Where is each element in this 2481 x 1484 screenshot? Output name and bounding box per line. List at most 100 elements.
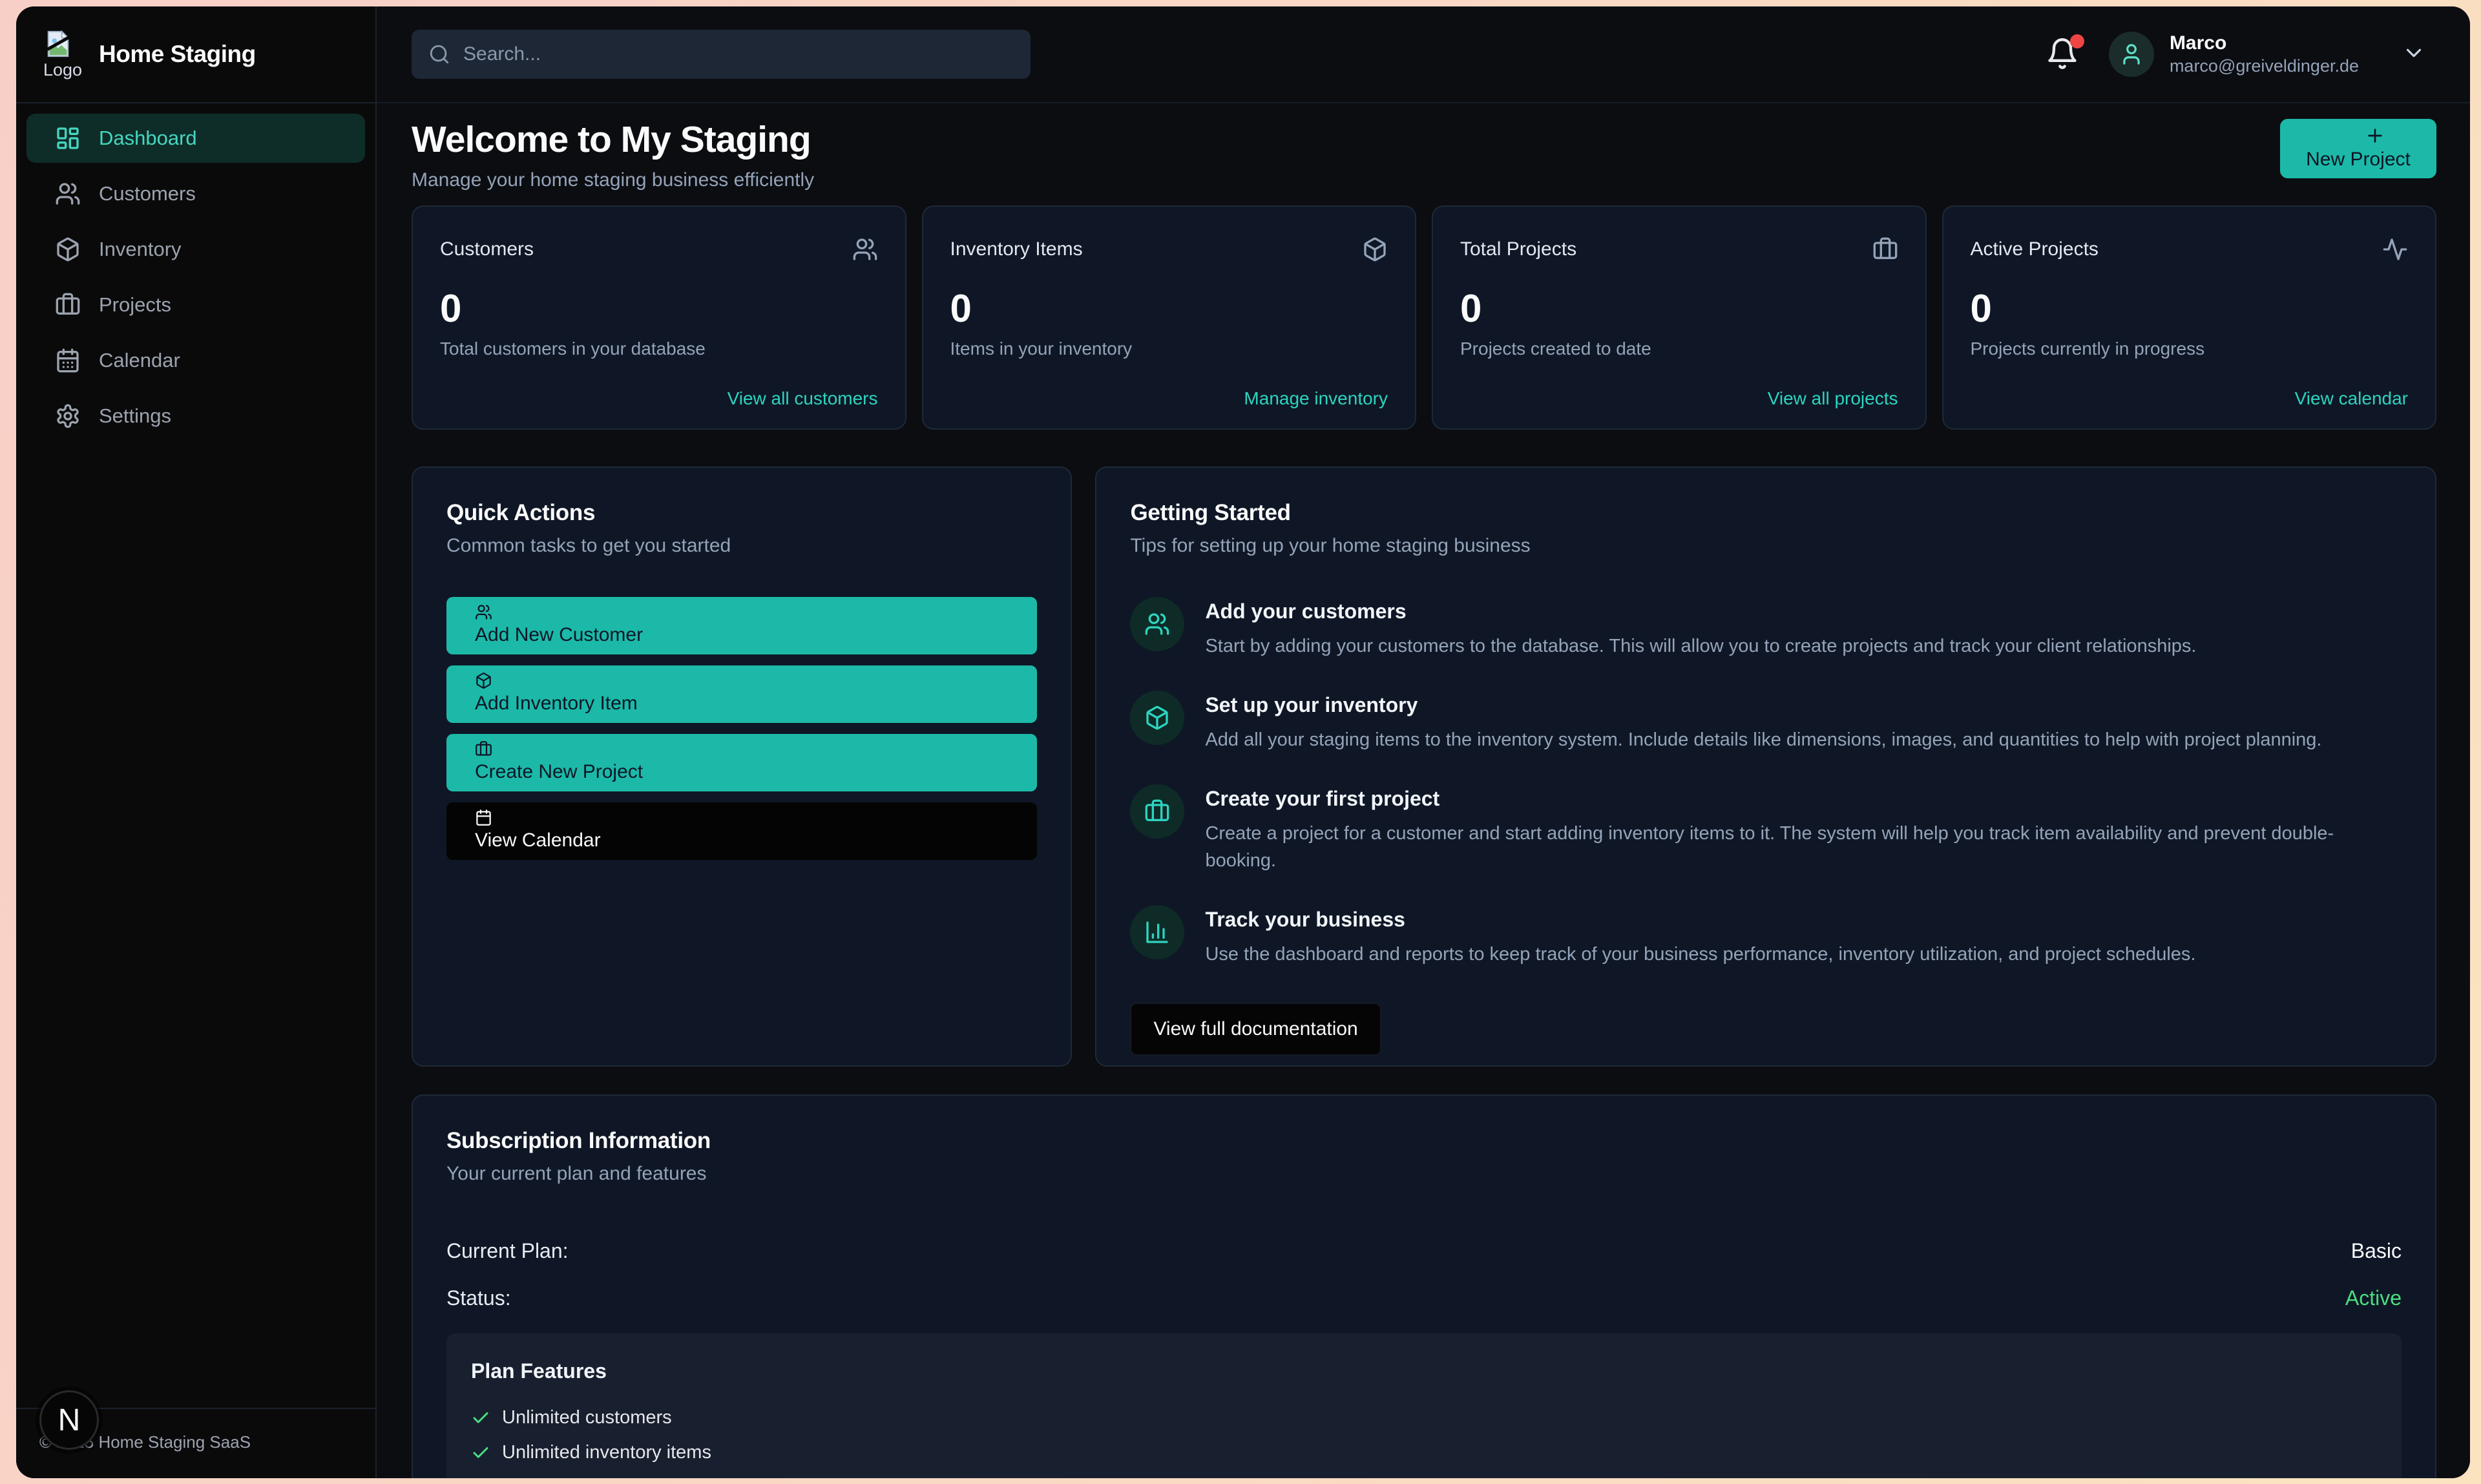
user-name: Marco xyxy=(2170,31,2359,56)
view-all-customers-link[interactable]: View all customers xyxy=(728,388,878,409)
bar-chart-icon xyxy=(1130,905,1184,959)
new-project-label: New Project xyxy=(2280,149,2436,171)
view-calendar-button[interactable]: View Calendar xyxy=(446,802,1037,860)
tip-body: Set up your inventory Add all your stagi… xyxy=(1205,691,2321,753)
tip-description: Create a project for a customer and star… xyxy=(1205,820,2402,874)
status-label: Status: xyxy=(446,1286,511,1310)
sidebar-item-label: Calendar xyxy=(99,349,180,372)
users-icon xyxy=(55,181,81,207)
tip-add-customers: Add your customers Start by adding your … xyxy=(1130,597,2402,660)
quick-actions-title: Quick Actions xyxy=(446,500,1037,526)
stat-description: Total customers in your database xyxy=(440,339,878,359)
stat-value: 0 xyxy=(440,289,878,328)
user-menu-chevron[interactable] xyxy=(2402,41,2426,68)
add-inventory-item-button[interactable]: Add Inventory Item xyxy=(446,665,1037,723)
check-icon xyxy=(471,1443,490,1463)
app-title: Home Staging xyxy=(99,41,256,68)
user-icon xyxy=(2119,42,2144,67)
stat-title: Inventory Items xyxy=(950,238,1083,260)
logo-alt-text: Logo xyxy=(43,60,82,80)
package-icon xyxy=(475,672,492,689)
stat-value: 0 xyxy=(950,289,1388,328)
subscription-subtitle: Your current plan and features xyxy=(446,1163,2402,1185)
tip-body: Add your customers Start by adding your … xyxy=(1205,597,2196,660)
current-plan-row: Current Plan: Basic xyxy=(446,1239,2402,1263)
quick-actions-panel: Quick Actions Common tasks to get you st… xyxy=(412,466,1072,1067)
sidebar-item-label: Settings xyxy=(99,404,171,428)
topbar-right: Marco marco@greiveldinger.de xyxy=(2046,31,2426,77)
page-title: Welcome to My Staging xyxy=(412,119,814,162)
chevron-down-icon xyxy=(2402,41,2426,65)
package-icon xyxy=(55,236,81,262)
status-row: Status: Active xyxy=(446,1286,2402,1310)
nextjs-dev-badge[interactable]: N xyxy=(39,1390,99,1450)
sidebar-item-dashboard[interactable]: Dashboard xyxy=(26,114,365,163)
stat-description: Projects currently in progress xyxy=(1971,339,2409,359)
search-icon xyxy=(428,43,450,65)
sidebar: Logo Home Staging Dashboard Customers xyxy=(16,6,377,1478)
view-all-projects-link[interactable]: View all projects xyxy=(1768,388,1898,409)
stat-card-active-projects: Active Projects 0 Projects currently in … xyxy=(1942,205,2437,430)
gear-icon xyxy=(55,403,81,429)
calendar-icon xyxy=(475,809,492,826)
sidebar-item-customers[interactable]: Customers xyxy=(26,169,365,218)
page-head: Welcome to My Staging Manage your home s… xyxy=(412,119,2436,191)
search-bar xyxy=(412,30,1031,79)
app-root: Logo Home Staging Dashboard Customers xyxy=(16,6,2470,1478)
subscription-panel: Subscription Information Your current pl… xyxy=(412,1094,2436,1478)
search-input[interactable] xyxy=(463,43,1014,65)
users-icon xyxy=(1130,597,1184,651)
check-icon xyxy=(471,1408,490,1428)
stat-title: Total Projects xyxy=(1460,238,1576,260)
plan-features-title: Plan Features xyxy=(471,1359,2377,1383)
sidebar-item-label: Inventory xyxy=(99,238,182,261)
subscription-title: Subscription Information xyxy=(446,1128,2402,1154)
stat-card-customers: Customers 0 Total customers in your data… xyxy=(412,205,906,430)
tip-description: Start by adding your customers to the da… xyxy=(1205,632,2196,660)
user-menu[interactable]: Marco marco@greiveldinger.de xyxy=(2109,31,2426,77)
view-documentation-button[interactable]: View full documentation xyxy=(1130,1003,1381,1056)
sidebar-header: Logo Home Staging xyxy=(16,6,375,103)
package-icon xyxy=(1130,691,1184,745)
notifications-button[interactable] xyxy=(2046,37,2080,72)
sidebar-item-inventory[interactable]: Inventory xyxy=(26,225,365,274)
feature-item: Unlimited customers xyxy=(471,1406,2377,1430)
users-icon xyxy=(852,236,878,262)
stat-value: 0 xyxy=(1971,289,2409,328)
user-info: Marco marco@greiveldinger.de xyxy=(2170,31,2359,77)
tip-description: Use the dashboard and reports to keep tr… xyxy=(1205,941,2195,968)
tip-description: Add all your staging items to the invent… xyxy=(1205,726,2321,753)
tip-title: Track your business xyxy=(1205,908,2195,932)
tip-body: Track your business Use the dashboard an… xyxy=(1205,905,2195,968)
view-calendar-link[interactable]: View calendar xyxy=(2295,388,2408,409)
stat-card-total-projects: Total Projects 0 Projects created to dat… xyxy=(1432,205,1927,430)
quick-actions-subtitle: Common tasks to get you started xyxy=(446,535,1037,557)
tip-title: Create your first project xyxy=(1205,787,2402,811)
getting-started-subtitle: Tips for setting up your home staging bu… xyxy=(1130,535,2402,557)
users-icon xyxy=(475,603,492,621)
tip-track-business: Track your business Use the dashboard an… xyxy=(1130,905,2402,968)
sidebar-item-settings[interactable]: Settings xyxy=(26,392,365,441)
getting-started-title: Getting Started xyxy=(1130,500,2402,526)
stat-title: Active Projects xyxy=(1971,238,2099,260)
package-icon xyxy=(1362,236,1388,262)
briefcase-icon xyxy=(1130,784,1184,839)
tips-list: Add your customers Start by adding your … xyxy=(1130,597,2402,968)
stat-value: 0 xyxy=(1460,289,1898,328)
dashboard-content: Welcome to My Staging Manage your home s… xyxy=(377,103,2470,1478)
create-new-project-button[interactable]: Create New Project xyxy=(446,734,1037,791)
plan-value: Basic xyxy=(2351,1239,2402,1263)
plan-label: Current Plan: xyxy=(446,1239,569,1263)
plus-icon xyxy=(2280,125,2436,147)
sidebar-item-calendar[interactable]: Calendar xyxy=(26,336,365,385)
tip-title: Set up your inventory xyxy=(1205,693,2321,717)
add-new-customer-button[interactable]: Add New Customer xyxy=(446,597,1037,654)
main-column: Marco marco@greiveldinger.de Welcome to … xyxy=(377,6,2470,1478)
stat-description: Projects created to date xyxy=(1460,339,1898,359)
middle-row: Quick Actions Common tasks to get you st… xyxy=(412,466,2436,1067)
manage-inventory-link[interactable]: Manage inventory xyxy=(1244,388,1388,409)
avatar xyxy=(2109,32,2154,77)
new-project-button[interactable]: New Project xyxy=(2280,119,2436,178)
sidebar-item-projects[interactable]: Projects xyxy=(26,280,365,329)
sidebar-item-label: Dashboard xyxy=(99,127,197,150)
